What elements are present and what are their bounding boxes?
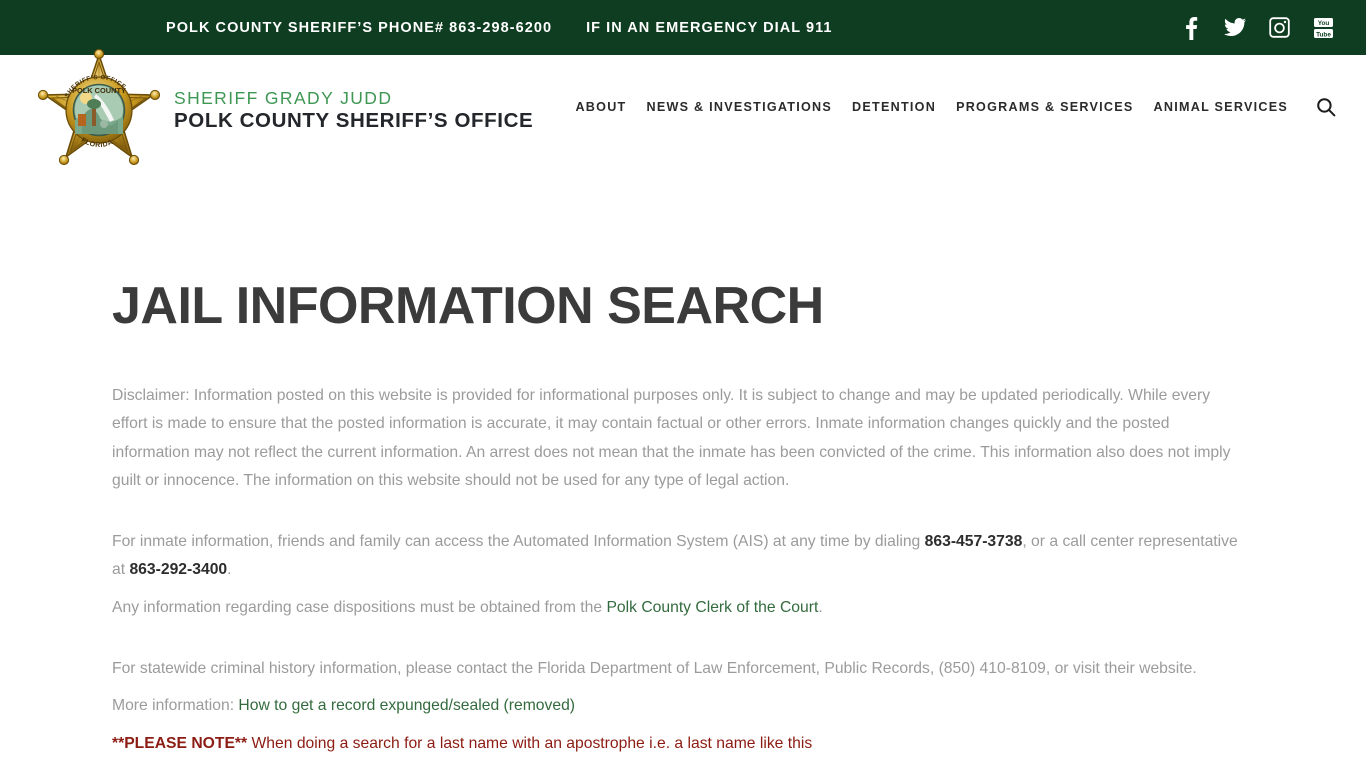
brand-office-name: POLK COUNTY SHERIFF’S OFFICE [174, 108, 534, 132]
site-header: SHERIFF'S OFFICE FLORIDA POLK COUNTY SHE… [0, 48, 1366, 166]
page-content: JAIL INFORMATION SEARCH Disclaimer: Info… [0, 165, 1366, 758]
please-note-prefix: **PLEASE NOTE** [112, 734, 248, 752]
emergency-notice: IF IN AN EMERGENCY DIAL 911 [586, 19, 833, 36]
nav-item-programs-services[interactable]: PROGRAMS & SERVICES [956, 100, 1133, 114]
sheriff-phone-notice: POLK COUNTY SHERIFF’S PHONE# 863-298-620… [166, 19, 553, 36]
youtube-icon[interactable]: You Tube [1312, 16, 1334, 40]
more-information-paragraph: More information: How to get a record ex… [112, 692, 1244, 720]
nav-item-detention[interactable]: DETENTION [852, 100, 936, 114]
twitter-icon[interactable] [1224, 16, 1246, 40]
nav-item-animal-services[interactable]: ANIMAL SERVICES [1154, 100, 1288, 114]
brand-wordmark: SHERIFF GRADY JUDD POLK COUNTY SHERIFF’S… [174, 88, 533, 133]
please-note-paragraph: **PLEASE NOTE** When doing a search for … [112, 730, 1254, 758]
instagram-icon[interactable] [1268, 16, 1290, 40]
facebook-icon[interactable] [1180, 16, 1202, 40]
search-icon[interactable] [1316, 97, 1336, 117]
site-logo[interactable]: SHERIFF'S OFFICE FLORIDA POLK COUNTY SHE… [34, 42, 533, 178]
top-bar-notices: POLK COUNTY SHERIFF’S PHONE# 863-298-620… [166, 20, 833, 36]
clerk-text-before: Any information regarding case dispositi… [112, 598, 607, 616]
clerk-of-court-link[interactable]: Polk County Clerk of the Court [606, 599, 818, 616]
expungement-link[interactable]: How to get a record expunged/sealed (rem… [238, 697, 575, 714]
svg-text:Tube: Tube [1316, 31, 1331, 38]
page-title: JAIL INFORMATION SEARCH [112, 277, 824, 335]
ais-text-before: For inmate information, friends and fami… [112, 533, 925, 551]
svg-text:POLK COUNTY: POLK COUNTY [72, 86, 126, 95]
svg-text:You: You [1317, 20, 1329, 27]
social-links: You Tube [1180, 0, 1334, 55]
main-navigation: ABOUT NEWS & INVESTIGATIONS DETENTION PR… [575, 97, 1336, 117]
ais-text-after: . [227, 561, 232, 579]
call-center-phone-number: 863-292-3400 [129, 561, 228, 579]
clerk-paragraph: Any information regarding case dispositi… [112, 594, 1244, 622]
ais-paragraph: For inmate information, friends and fami… [112, 528, 1244, 585]
nav-item-about[interactable]: ABOUT [575, 100, 626, 114]
ais-phone-number: 863-457-3738 [924, 533, 1023, 551]
nav-item-news-investigations[interactable]: NEWS & INVESTIGATIONS [646, 100, 832, 114]
brand-sheriff-name: SHERIFF GRADY JUDD [174, 87, 393, 108]
please-note-body: When doing a search for a last name with… [247, 734, 813, 752]
fdle-paragraph: For statewide criminal history informati… [112, 660, 1197, 678]
sheriff-badge-icon: SHERIFF'S OFFICE FLORIDA POLK COUNTY [34, 48, 164, 178]
disclaimer-paragraph: Disclaimer: Information posted on this w… [112, 387, 1231, 489]
clerk-text-after: . [818, 598, 823, 616]
more-information-label: More information: [112, 697, 239, 715]
